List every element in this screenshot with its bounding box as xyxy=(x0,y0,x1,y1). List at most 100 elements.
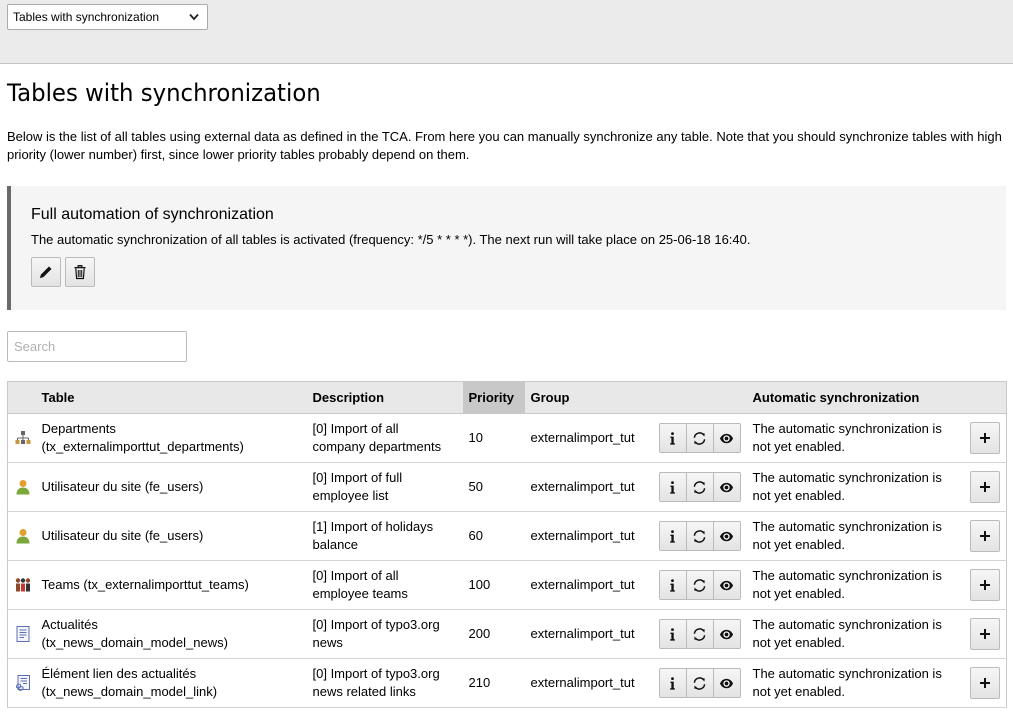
table-row: Élément lien des actualités (tx_news_doma… xyxy=(7,658,1007,708)
info-button[interactable] xyxy=(658,423,687,453)
synchronize-button[interactable] xyxy=(685,619,714,649)
header-icon xyxy=(7,381,36,414)
group-cell: externalimport_tut xyxy=(524,658,653,708)
preview-button[interactable] xyxy=(712,619,741,649)
add-automation-button[interactable] xyxy=(970,520,1000,552)
automatic-sync-status: The automatic synchronization is xyxy=(752,617,942,632)
automatic-sync-cell: The automatic synchronization is not yet … xyxy=(746,511,961,561)
row-action-group xyxy=(658,668,741,698)
add-automation-button[interactable] xyxy=(970,667,1000,699)
automatic-sync-cell: The automatic synchronization is not yet … xyxy=(746,609,961,659)
group-cell: externalimport_tut xyxy=(524,560,653,610)
automatic-sync-cell: The automatic synchronization is not yet … xyxy=(746,413,961,463)
group-cell: externalimport_tut xyxy=(524,609,653,659)
info-icon xyxy=(670,480,675,494)
function-menu-select[interactable]: Tables with synchronization xyxy=(7,4,208,30)
table-name-cell: Utilisateur du site (fe_users) xyxy=(35,462,307,512)
eye-icon xyxy=(719,580,734,590)
info-button[interactable] xyxy=(658,668,687,698)
trash-icon xyxy=(74,265,86,280)
table-row: Departments (tx_externalimporttut_departm… xyxy=(7,413,1007,463)
synchronize-button[interactable] xyxy=(685,668,714,698)
synchronize-button[interactable] xyxy=(685,521,714,551)
record-icon-cell xyxy=(7,462,36,512)
sitemap-icon xyxy=(14,429,36,447)
eye-icon xyxy=(719,482,734,492)
table-name-cell: Actualités (tx_news_domain_model_news) xyxy=(35,609,307,659)
header-table[interactable]: Table xyxy=(35,381,307,414)
add-automation-button[interactable] xyxy=(970,618,1000,650)
synchronize-button[interactable] xyxy=(685,472,714,502)
automatic-sync-status: not yet enabled. xyxy=(752,635,846,650)
automatic-sync-status: not yet enabled. xyxy=(752,439,846,454)
header-group[interactable]: Group xyxy=(524,381,653,414)
group-cell: externalimport_tut xyxy=(524,462,653,512)
table-identifier: (tx_news_domain_model_news) xyxy=(41,635,228,650)
automatic-sync-status: The automatic synchronization is xyxy=(752,470,942,485)
description-line: [0] Import of all xyxy=(312,568,399,583)
add-cell xyxy=(960,658,1007,708)
table-name-cell: Utilisateur du site (fe_users) xyxy=(35,511,307,561)
info-button[interactable] xyxy=(658,570,687,600)
table-row: Utilisateur du site (fe_users) [1] Import… xyxy=(7,511,1007,561)
preview-button[interactable] xyxy=(712,423,741,453)
table-name-cell: Élément lien des actualités (tx_news_doma… xyxy=(35,658,307,708)
plus-icon xyxy=(980,629,990,639)
add-automation-button[interactable] xyxy=(970,569,1000,601)
automatic-sync-status: not yet enabled. xyxy=(752,537,846,552)
description-cell: [0] Import of full employee list xyxy=(306,462,463,512)
header-description[interactable]: Description xyxy=(306,381,463,414)
eye-icon xyxy=(719,433,734,443)
add-automation-button[interactable] xyxy=(970,471,1000,503)
header-automatic-sync[interactable]: Automatic synchronization xyxy=(746,381,961,414)
description-line: [0] Import of typo3.org xyxy=(312,666,440,681)
info-button[interactable] xyxy=(658,619,687,649)
info-button[interactable] xyxy=(658,521,687,551)
add-cell xyxy=(960,560,1007,610)
actions-cell xyxy=(652,658,747,708)
priority-cell: 50 xyxy=(462,462,525,512)
eye-icon xyxy=(719,531,734,541)
actions-cell xyxy=(652,462,747,512)
plus-icon xyxy=(980,580,990,590)
header-priority[interactable]: Priority xyxy=(462,381,525,414)
info-button[interactable] xyxy=(658,472,687,502)
search-input[interactable] xyxy=(7,331,187,362)
preview-button[interactable] xyxy=(712,570,741,600)
edit-automation-button[interactable] xyxy=(31,257,61,287)
page-title: Tables with synchronization xyxy=(7,79,321,107)
group-cell: externalimport_tut xyxy=(524,413,653,463)
delete-automation-button[interactable] xyxy=(65,257,95,287)
description-cell: [1] Import of holidays balance xyxy=(306,511,463,561)
description-cell: [0] Import of typo3.org news xyxy=(306,609,463,659)
actions-cell xyxy=(652,511,747,561)
automatic-sync-cell: The automatic synchronization is not yet … xyxy=(746,658,961,708)
header-actions xyxy=(652,381,747,414)
priority-cell: 210 xyxy=(462,658,525,708)
synchronize-button[interactable] xyxy=(685,570,714,600)
info-icon xyxy=(670,578,675,592)
description-cell: [0] Import of all employee teams xyxy=(306,560,463,610)
main-content: Tables with synchronization Below is the… xyxy=(0,78,1013,708)
sync-icon xyxy=(693,676,706,690)
automatic-sync-cell: The automatic synchronization is not yet … xyxy=(746,462,961,512)
synchronize-button[interactable] xyxy=(685,423,714,453)
record-icon-cell xyxy=(7,413,36,463)
plus-icon xyxy=(980,678,990,688)
info-icon xyxy=(670,431,675,445)
description-line: balance xyxy=(312,537,359,552)
row-action-group xyxy=(658,619,741,649)
table-identifier: (tx_news_domain_model_link) xyxy=(41,684,218,699)
news-link-icon xyxy=(14,674,36,692)
sync-icon xyxy=(693,627,706,641)
eye-icon xyxy=(719,629,734,639)
preview-button[interactable] xyxy=(712,472,741,502)
preview-button[interactable] xyxy=(712,521,741,551)
add-automation-button[interactable] xyxy=(970,422,1000,454)
table-name: Utilisateur du site (fe_users) xyxy=(41,479,204,494)
plus-icon xyxy=(980,433,990,443)
priority-cell: 200 xyxy=(462,609,525,659)
user-icon xyxy=(14,478,36,496)
preview-button[interactable] xyxy=(712,668,741,698)
automatic-sync-status: not yet enabled. xyxy=(752,586,846,601)
